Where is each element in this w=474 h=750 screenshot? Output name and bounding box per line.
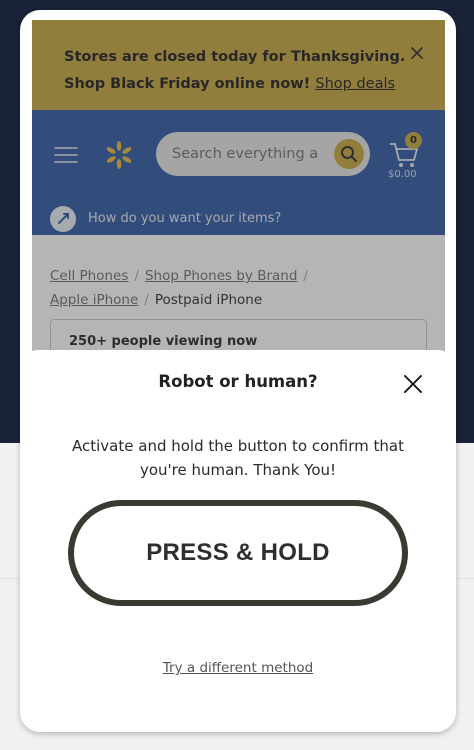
press-and-hold-button[interactable]: PRESS & HOLD — [68, 500, 408, 606]
close-icon[interactable] — [403, 374, 423, 394]
modal-title: Robot or human? — [158, 372, 318, 391]
instructions-line-2: you're human. Thank You! — [139, 461, 337, 479]
try-different-method-link[interactable]: Try a different method — [20, 660, 456, 676]
modal-instructions: Activate and hold the button to confirm … — [50, 434, 426, 482]
instructions-line-1: Activate and hold the button to confirm … — [72, 437, 404, 455]
device-frame: Stores are closed today for Thanksgiving… — [20, 10, 456, 732]
robot-check-modal: Robot or human? Activate and hold the bu… — [20, 350, 456, 732]
